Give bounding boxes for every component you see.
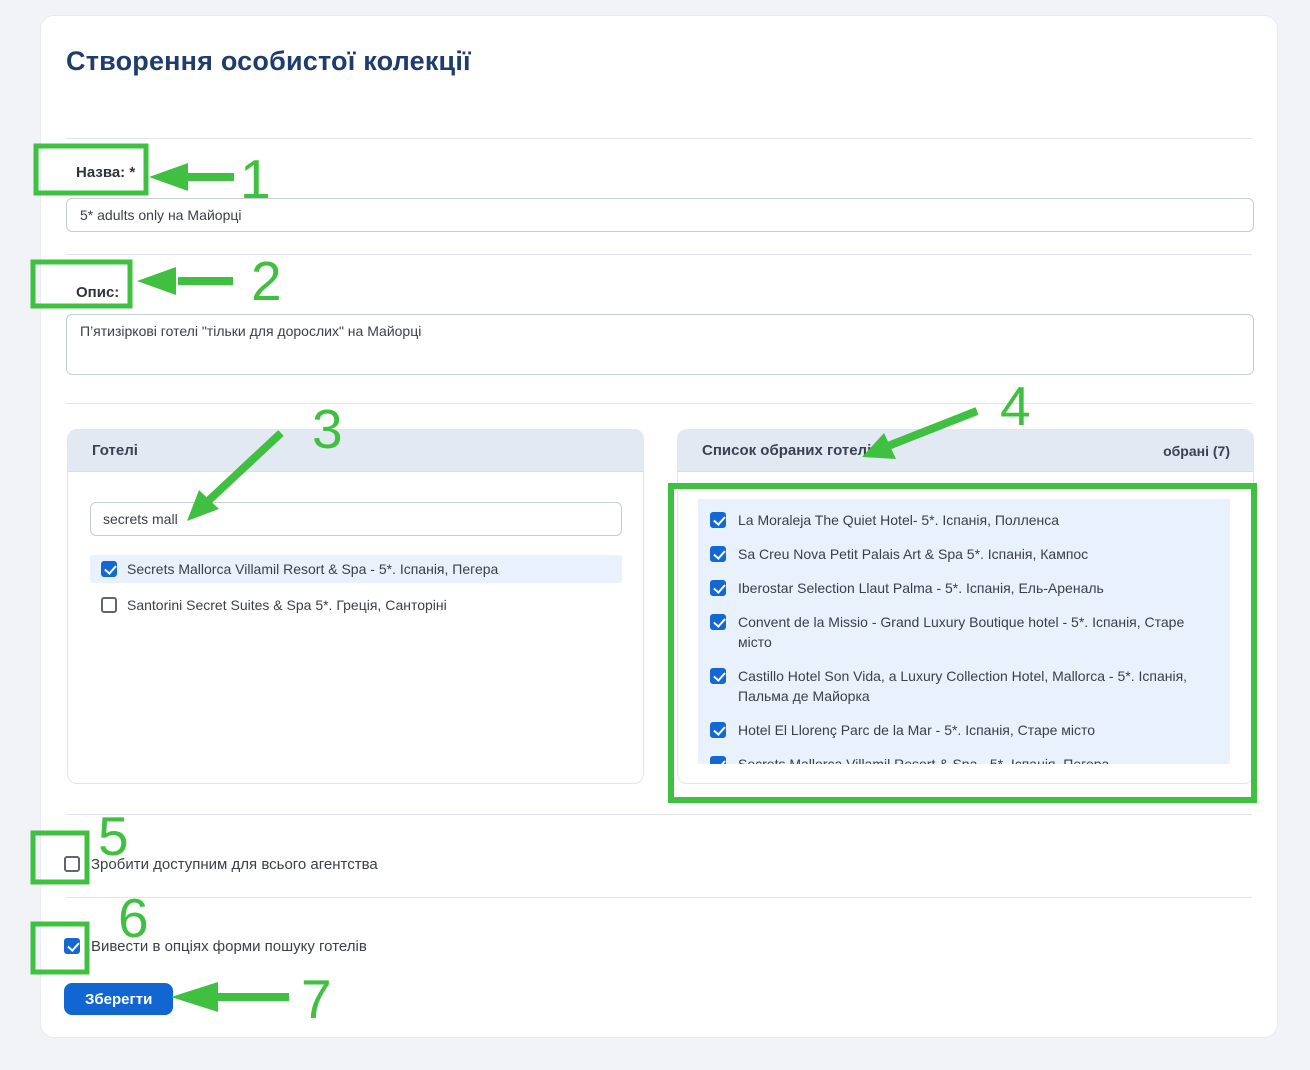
hotel-result-row[interactable]: Secrets Mallorca Villamil Resort & Spa -…	[90, 555, 622, 583]
selected-hotel-row[interactable]: Castillo Hotel Son Vida, a Luxury Collec…	[698, 659, 1230, 713]
divider	[66, 814, 1252, 815]
save-button[interactable]: Зберегти	[64, 983, 173, 1015]
selected-hotel-checkbox[interactable]	[710, 546, 726, 562]
hotels-panel-body: Secrets Mallorca Villamil Resort & Spa -…	[68, 472, 643, 619]
option-search-form-row[interactable]: Вивести в опціях форми пошуку готелів	[64, 938, 367, 954]
option-agency-row[interactable]: Зробити доступним для всього агентства	[64, 856, 378, 872]
selected-hotel-checkbox[interactable]	[710, 668, 726, 684]
selected-panel-title: Список обраних готелів	[702, 442, 880, 459]
selected-hotel-row[interactable]: Convent de la Missio - Grand Luxury Bout…	[698, 605, 1230, 659]
search-form-checkbox[interactable]	[64, 938, 80, 954]
agency-access-checkbox[interactable]	[64, 856, 80, 872]
divider	[66, 897, 1252, 898]
selected-hotel-label: Iberostar Selection Llaut Palma - 5*. Іс…	[738, 578, 1104, 598]
divider	[66, 403, 1252, 404]
hotels-search-panel: Готелі Secrets Mallorca Villamil Resort …	[67, 429, 644, 784]
selected-hotel-row[interactable]: Hotel El Llorenç Parc de la Mar - 5*. Іс…	[698, 713, 1230, 747]
selected-hotel-label: Sa Creu Nova Petit Palais Art & Spa 5*. …	[738, 544, 1088, 564]
name-input[interactable]	[66, 198, 1254, 232]
search-form-label: Вивести в опціях форми пошуку готелів	[91, 938, 367, 955]
hotel-checkbox[interactable]	[101, 561, 117, 577]
hotel-search-results: Secrets Mallorca Villamil Resort & Spa -…	[90, 555, 622, 619]
selected-hotel-label: Secrets Mallorca Villamil Resort & Spa -…	[738, 754, 1109, 764]
selected-hotel-row[interactable]: Iberostar Selection Llaut Palma - 5*. Іс…	[698, 571, 1230, 605]
selected-hotel-checkbox[interactable]	[710, 722, 726, 738]
agency-access-label: Зробити доступним для всього агентства	[91, 856, 378, 873]
selected-hotel-checkbox[interactable]	[710, 512, 726, 528]
selected-hotel-checkbox[interactable]	[710, 756, 726, 764]
hotel-result-row[interactable]: Santorini Secret Suites & Spa 5*. Греція…	[90, 591, 622, 619]
hotel-checkbox[interactable]	[101, 597, 117, 613]
divider	[66, 138, 1252, 139]
selected-counter: обрані (7)	[1163, 443, 1230, 459]
selected-hotel-row[interactable]: La Moraleja The Quiet Hotel- 5*. Іспанія…	[698, 503, 1230, 537]
hotel-search-input[interactable]	[90, 502, 622, 536]
selected-hotel-label: Castillo Hotel Son Vida, a Luxury Collec…	[738, 666, 1218, 706]
selected-hotel-checkbox[interactable]	[710, 614, 726, 630]
hotels-panel-title: Готелі	[92, 442, 138, 459]
selected-hotel-checkbox[interactable]	[710, 580, 726, 596]
selected-hotel-row[interactable]: Sa Creu Nova Petit Palais Art & Spa 5*. …	[698, 537, 1230, 571]
selected-hotel-label: Convent de la Missio - Grand Luxury Bout…	[738, 612, 1218, 652]
description-textarea[interactable]: П’ятизіркові готелі "тільки для дорослих…	[66, 314, 1254, 375]
description-label: Опис:	[76, 284, 119, 301]
selected-panel-header: Список обраних готелів обрані (7)	[678, 430, 1253, 472]
selected-hotel-label: La Moraleja The Quiet Hotel- 5*. Іспанія…	[738, 510, 1059, 530]
selected-hotels-list: La Moraleja The Quiet Hotel- 5*. Іспанія…	[698, 499, 1230, 764]
page: Створення особистої колекції Назва: * Оп…	[0, 0, 1310, 1070]
page-title: Створення особистої колекції	[66, 46, 471, 77]
divider	[66, 254, 1252, 255]
selected-hotels-panel: Список обраних готелів обрані (7) La Mor…	[677, 429, 1254, 784]
selected-hotel-row[interactable]: Secrets Mallorca Villamil Resort & Spa -…	[698, 747, 1230, 764]
collection-form-card: Створення особистої колекції Назва: * Оп…	[40, 15, 1278, 1038]
name-label: Назва: *	[76, 164, 135, 181]
hotel-result-label: Secrets Mallorca Villamil Resort & Spa -…	[127, 561, 498, 577]
hotel-result-label: Santorini Secret Suites & Spa 5*. Греція…	[127, 597, 447, 613]
selected-hotel-label: Hotel El Llorenç Parc de la Mar - 5*. Іс…	[738, 720, 1095, 740]
hotels-panel-header: Готелі	[68, 430, 643, 472]
